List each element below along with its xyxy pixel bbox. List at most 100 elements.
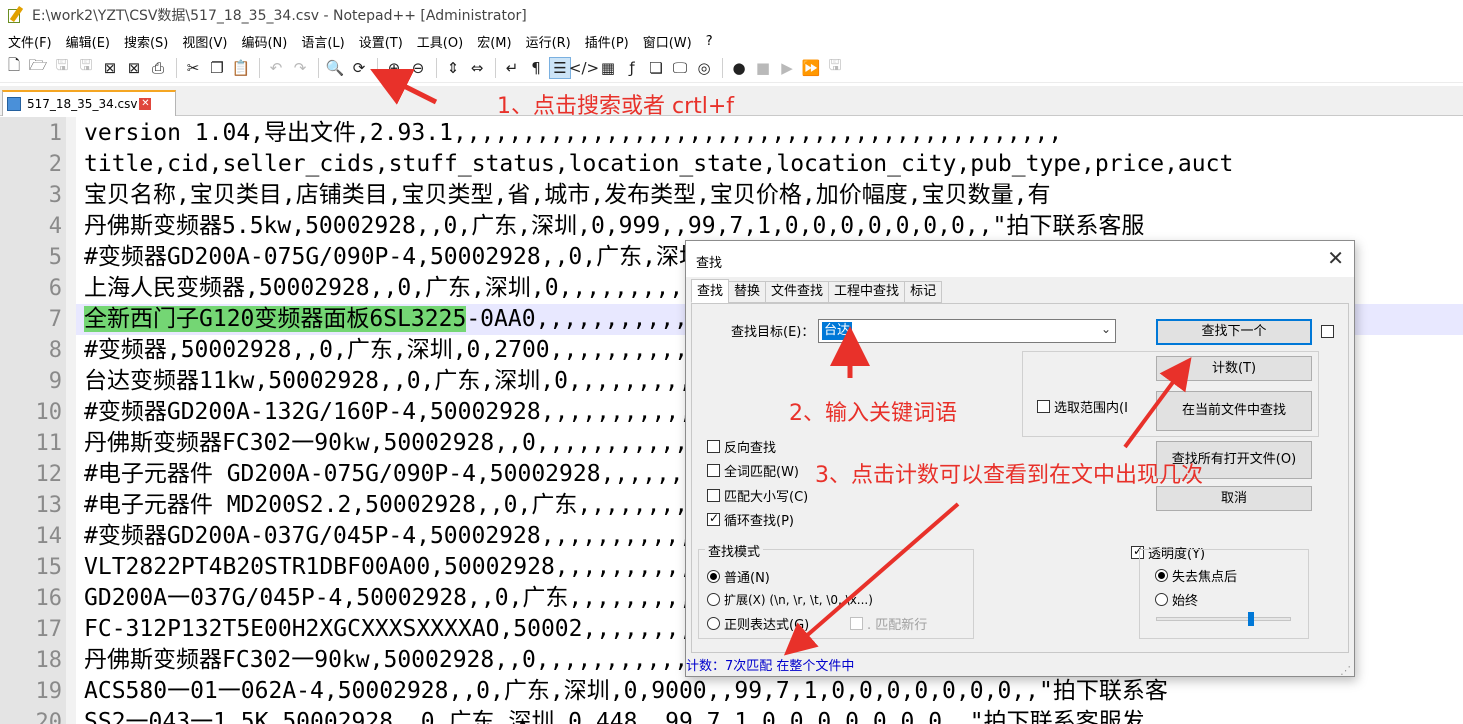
copy-icon[interactable]: ❐ <box>206 57 228 79</box>
mode-extended-label: 扩展(X) (\n, \r, \t, \0, \x...) <box>724 593 873 607</box>
whole-word-label: 全词匹配(W) <box>724 465 799 480</box>
always-radio[interactable]: 始终 <box>1155 590 1198 609</box>
folder-workspace-icon[interactable]: ❏ <box>645 57 667 79</box>
dot-newline-checkbox[interactable]: . 匹配新行 <box>850 614 927 633</box>
editor-line[interactable]: 19 ACS580一01一062A-4,50002928,,0,广东,深圳,0,9… <box>0 676 1463 707</box>
line-number: 5 <box>48 245 62 270</box>
menu-run[interactable]: 运行(R) <box>522 32 575 51</box>
open-file-icon[interactable]: 🗁 <box>27 56 49 79</box>
close-icon[interactable]: ✕ <box>1327 246 1344 270</box>
tab-document[interactable]: 517_18_35_34.csv ✕ <box>2 90 176 116</box>
indent-guide-icon[interactable]: ☰ <box>549 56 571 79</box>
menu-window[interactable]: 窗口(W) <box>639 32 696 51</box>
menu-file[interactable]: 文件(F) <box>4 32 56 51</box>
chevron-down-icon[interactable]: ⌄ <box>1101 322 1111 336</box>
undo-icon[interactable]: ↶ <box>265 57 287 79</box>
mode-extended-radio[interactable]: 扩展(X) (\n, \r, \t, \0, \x...) <box>707 591 873 608</box>
line-number: 13 <box>35 493 63 518</box>
print-icon[interactable]: ⎙ <box>147 57 169 79</box>
line-text: SS2一043一1.5K,50002928,,0,广东,深圳,0,448,,99… <box>84 709 1145 724</box>
tab-mark[interactable]: 标记 <box>904 281 943 303</box>
new-file-icon[interactable]: 🗋 <box>3 56 25 79</box>
replace-icon[interactable]: ⟳ <box>348 57 370 79</box>
line-number: 16 <box>35 586 63 611</box>
tab-find-in-files[interactable]: 文件查找 <box>765 281 830 303</box>
match-case-checkbox[interactable]: 匹配大小写(C) <box>707 486 808 505</box>
function-list-icon[interactable]: ƒ <box>621 57 643 79</box>
resize-grip-icon[interactable]: ⋰ <box>1340 664 1351 677</box>
menu-macro[interactable]: 宏(M) <box>473 32 515 51</box>
menu-help[interactable]: ? <box>702 34 717 49</box>
find-dialog-title: 查找 <box>696 256 723 271</box>
line-number: 20 <box>35 710 63 724</box>
mode-regex-label: 正则表达式(G) <box>724 618 810 633</box>
menu-language[interactable]: 语言(L) <box>297 32 348 51</box>
doc-snapshot-icon[interactable]: ◎ <box>693 57 715 79</box>
menu-search[interactable]: 搜索(S) <box>120 32 172 51</box>
menu-settings[interactable]: 设置(T) <box>355 32 407 51</box>
find-icon[interactable]: 🔍 <box>324 57 346 79</box>
line-text: title,cid,seller_cids,stuff_status,locat… <box>84 151 1234 177</box>
find-in-current-button[interactable]: 在当前文件中查找 <box>1156 391 1312 431</box>
line-number: 11 <box>35 431 63 456</box>
save-icon[interactable]: 🖫 <box>51 56 73 79</box>
transparency-slider[interactable] <box>1156 617 1291 621</box>
editor-line[interactable]: 3 宝贝名称,宝贝类目,店铺类目,宝贝类型,省,城市,发布类型,宝贝价格,加价幅度… <box>0 180 1463 211</box>
menu-encoding[interactable]: 编码(N) <box>237 32 291 51</box>
wrap-around-checkbox[interactable]: 循环查找(P) <box>707 510 794 529</box>
stop-record-icon[interactable]: ■ <box>752 57 774 79</box>
zoom-in-icon[interactable]: ⊕ <box>383 57 405 79</box>
play-macro-icon[interactable]: ▶ <box>776 57 798 79</box>
sync-vertical-icon[interactable]: ⇕ <box>442 57 464 79</box>
cancel-button[interactable]: 取消 <box>1156 486 1312 511</box>
reverse-search-label: 反向查找 <box>724 441 777 456</box>
wrap-around-label: 循环查找(P) <box>724 514 794 529</box>
editor-line[interactable]: 2 title,cid,seller_cids,stuff_status,loca… <box>0 149 1463 180</box>
line-number: 15 <box>35 555 63 580</box>
count-button[interactable]: 计数(T) <box>1156 356 1312 381</box>
close-tab-icon[interactable]: ✕ <box>139 98 152 110</box>
menu-view[interactable]: 视图(V) <box>178 32 231 51</box>
line-number: 14 <box>35 524 63 549</box>
paste-icon[interactable]: 📋 <box>230 57 252 79</box>
redo-icon[interactable]: ↷ <box>289 57 311 79</box>
search-input[interactable]: 台达 ⌄ <box>818 319 1116 343</box>
save-macro-icon[interactable]: 🖫 <box>824 56 846 79</box>
on-lose-focus-label: 失去焦点后 <box>1172 570 1238 585</box>
record-macro-icon[interactable]: ● <box>728 57 750 79</box>
tab-find-in-projects[interactable]: 工程中查找 <box>828 281 906 303</box>
word-wrap-icon[interactable]: ↵ <box>501 57 523 79</box>
doc-map-icon[interactable]: ▦ <box>597 57 619 79</box>
save-all-icon[interactable]: 🖫 <box>75 56 97 79</box>
menu-tools[interactable]: 工具(O) <box>413 32 467 51</box>
mode-regex-radio[interactable]: 正则表达式(G) <box>707 614 809 633</box>
mode-normal-radio[interactable]: 普通(N) <box>707 567 770 586</box>
zoom-out-icon[interactable]: ⊖ <box>407 57 429 79</box>
run-macro-multiple-icon[interactable]: ⏩ <box>800 57 822 79</box>
in-selection-checkbox[interactable]: 选取范围内(I <box>1037 397 1128 416</box>
find-next-sticky-checkbox[interactable] <box>1321 325 1338 338</box>
find-next-button[interactable]: 查找下一个 <box>1156 319 1312 345</box>
annotation-step2: 2、输入关键词语 <box>789 401 957 426</box>
whole-word-checkbox[interactable]: 全词匹配(W) <box>707 461 799 480</box>
find-dialog-titlebar <box>686 241 1354 277</box>
tab-find[interactable]: 查找 <box>691 279 730 303</box>
show-all-chars-icon[interactable]: ¶ <box>525 57 547 79</box>
sync-horizontal-icon[interactable]: ⇔ <box>466 57 488 79</box>
tab-replace[interactable]: 替换 <box>728 281 767 303</box>
monitor-icon[interactable]: 🖵 <box>669 57 691 79</box>
editor-line[interactable]: 4 丹佛斯变频器5.5kw,50002928,,0,广东,深圳,0,999,,99… <box>0 211 1463 242</box>
line-text: version 1.04,导出文件,2.93.1,,,,,,,,,,,,,,,,… <box>84 120 1063 146</box>
editor-line[interactable]: 1 version 1.04,导出文件,2.93.1,,,,,,,,,,,,,,,… <box>0 118 1463 149</box>
editor-line[interactable]: 20 SS2一043一1.5K,50002928,,0,广东,深圳,0,448,,… <box>0 707 1463 724</box>
transparency-slider-thumb[interactable] <box>1248 612 1254 626</box>
menu-edit[interactable]: 编辑(E) <box>62 32 114 51</box>
cut-icon[interactable]: ✂ <box>182 57 204 79</box>
on-lose-focus-radio[interactable]: 失去焦点后 <box>1155 566 1237 585</box>
reverse-search-checkbox[interactable]: 反向查找 <box>707 437 776 456</box>
line-number: 9 <box>48 369 62 394</box>
menu-plugins[interactable]: 插件(P) <box>581 32 633 51</box>
close-all-icon[interactable]: ⊠ <box>123 57 145 79</box>
close-icon[interactable]: ⊠ <box>99 57 121 79</box>
user-language-icon[interactable]: </> <box>569 57 599 79</box>
